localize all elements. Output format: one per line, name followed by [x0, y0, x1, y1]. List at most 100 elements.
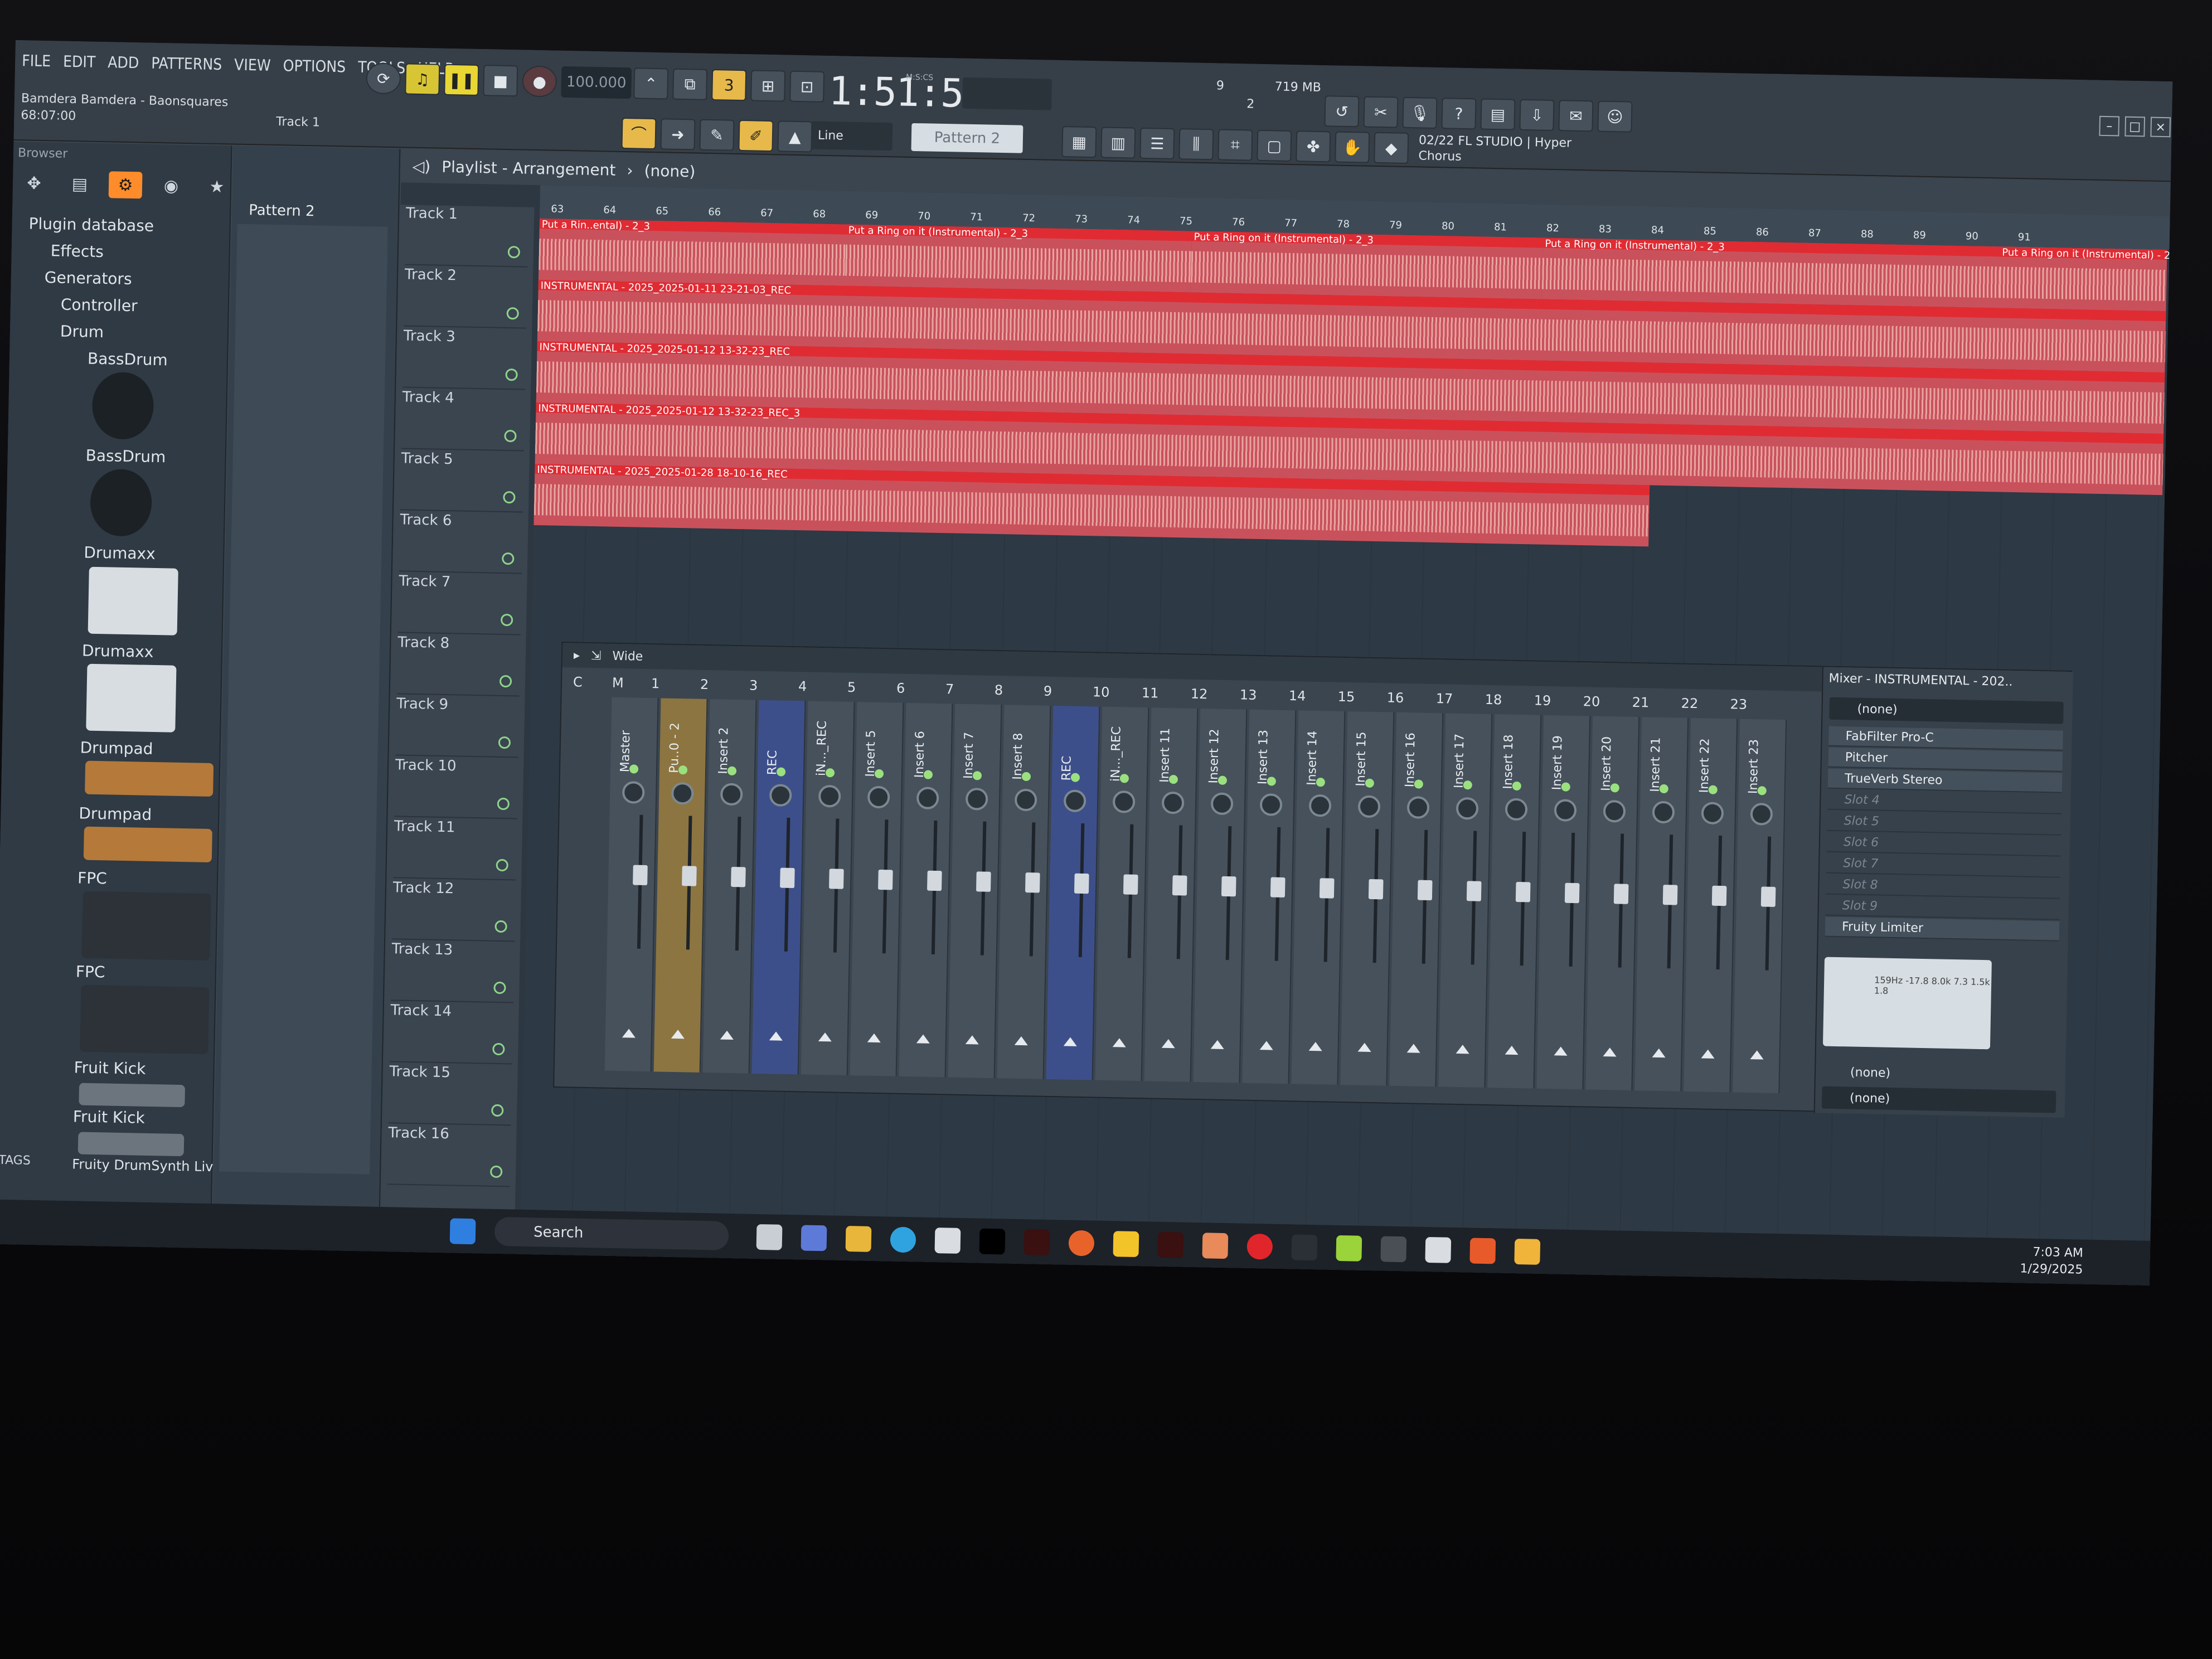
pencil-icon[interactable]: ✎ [699, 119, 735, 151]
pan-knob[interactable] [1406, 796, 1430, 819]
mixer-menu-icon[interactable]: ▸ [574, 648, 580, 662]
mixer-strip[interactable]: Insert 15 [1340, 711, 1395, 1086]
volume-fader-handle[interactable] [1515, 881, 1531, 903]
track-header[interactable]: Track 15 [388, 1063, 512, 1126]
browser-item-fruit-kick-2[interactable]: Fruit Kick [73, 1107, 145, 1127]
route-arrow-icon[interactable] [867, 1033, 881, 1043]
audio-clip[interactable]: Put a Ring on it (Instrumental) - 2_3 [845, 224, 1192, 293]
browser-item-drumpad-2[interactable]: Drumpad [79, 804, 152, 824]
volume-fader-handle[interactable] [1760, 886, 1776, 907]
pan-knob[interactable] [1701, 802, 1724, 825]
track-mute-icon[interactable] [505, 368, 518, 381]
route-arrow-icon[interactable] [1554, 1046, 1568, 1056]
route-arrow-icon[interactable] [965, 1035, 979, 1045]
track-mute-icon[interactable] [497, 797, 510, 811]
strip-enable-led[interactable] [972, 771, 982, 780]
mixer-strip[interactable]: Insert 8 [997, 705, 1051, 1079]
browser-item-drumaxx[interactable]: Drumaxx [84, 544, 156, 563]
browser-item-controller[interactable]: Controller [61, 295, 138, 316]
pan-knob[interactable] [1210, 792, 1234, 816]
volume-fader-handle[interactable] [780, 867, 795, 889]
volume-fader-handle[interactable] [829, 869, 844, 889]
mixer-mode[interactable]: Wide [612, 649, 643, 663]
volume-fader-handle[interactable] [927, 870, 942, 891]
store-icon[interactable] [934, 1228, 961, 1254]
route-arrow-icon[interactable] [1652, 1048, 1666, 1058]
fx-input-select[interactable]: (none) [1829, 697, 2064, 724]
browser-item-fruity-drumsynth-live[interactable]: Fruity DrumSynth Live [72, 1156, 221, 1175]
help-icon[interactable]: ? [1441, 98, 1477, 130]
track-header[interactable]: Track 7 [397, 573, 522, 636]
news-ticker[interactable]: 02/22 FL STUDIO | Hyper Chorus [1418, 133, 1597, 167]
eq-graph[interactable]: 159Hz -17.8 8.0k 7.3 1.5k 1.8 [1822, 957, 1992, 1050]
strip-enable-led[interactable] [1708, 785, 1718, 794]
app-icon-8[interactable] [1469, 1238, 1496, 1264]
browser-item-bassdrum[interactable]: BassDrum [88, 350, 168, 370]
pan-knob[interactable] [867, 785, 890, 809]
pan-knob[interactable] [1063, 789, 1086, 813]
strip-enable-led[interactable] [923, 770, 933, 779]
app-icon-7[interactable] [1425, 1236, 1452, 1263]
strip-enable-led[interactable] [1610, 783, 1619, 793]
pan-knob[interactable] [916, 787, 939, 810]
track-mute-icon[interactable] [493, 981, 506, 995]
route-arrow-icon[interactable] [1505, 1045, 1519, 1055]
mixer-strip[interactable]: Insert 11 [1144, 707, 1199, 1082]
track-header[interactable]: Track 6 [399, 511, 523, 574]
route-arrow-icon[interactable] [818, 1032, 832, 1042]
app-icon-3[interactable] [1202, 1233, 1229, 1259]
countdown-icon[interactable]: 3 [711, 69, 747, 101]
route-arrow-icon[interactable] [769, 1031, 783, 1041]
strip-enable-led[interactable] [1757, 786, 1767, 795]
track-header[interactable]: Track 3 [402, 327, 527, 390]
track-mute-icon[interactable] [503, 491, 516, 504]
track-mute-icon[interactable] [494, 920, 507, 933]
strip-enable-led[interactable] [776, 767, 786, 777]
account-icon[interactable]: ☺ [1597, 100, 1633, 133]
fx-slot[interactable]: Slot 7 [1826, 853, 2061, 878]
menu-options[interactable]: OPTIONS [283, 56, 346, 76]
tags-label[interactable]: TAGS [0, 1153, 31, 1168]
pan-knob[interactable] [1554, 799, 1577, 822]
route-arrow-icon[interactable] [622, 1029, 636, 1038]
route-arrow-icon[interactable] [1701, 1049, 1715, 1059]
track-mute-icon[interactable] [498, 736, 511, 749]
pan-knob[interactable] [1456, 797, 1479, 820]
track-header[interactable]: Track 4 [401, 389, 526, 452]
mixer-strip[interactable]: Insert 14 [1291, 710, 1346, 1085]
channel-rack-icon[interactable]: ☰ [1139, 127, 1175, 159]
pan-knob[interactable] [720, 783, 743, 806]
audio-clip[interactable]: Put a Rin..ental) - 2_3 [538, 219, 852, 286]
pan-knob[interactable] [671, 782, 694, 805]
task-view-icon[interactable] [756, 1224, 783, 1250]
pan-knob[interactable] [1161, 791, 1185, 814]
save-icon[interactable]: ▤ [1480, 98, 1516, 130]
menu-view[interactable]: VIEW [234, 56, 271, 75]
track-header[interactable]: Track 8 [396, 634, 521, 697]
mixer-strip[interactable]: Insert 7 [948, 704, 1002, 1079]
chat-app-icon[interactable] [801, 1225, 827, 1251]
strip-enable-led[interactable] [1217, 775, 1228, 785]
plugin-icon[interactable]: ⌗ [1217, 129, 1253, 161]
fx-slot[interactable]: Slot 6 [1826, 832, 2061, 857]
track-header[interactable]: Track 5 [400, 450, 524, 513]
pan-knob[interactable] [1603, 799, 1626, 823]
favorites-icon[interactable]: ★ [200, 173, 234, 200]
volume-fader-handle[interactable] [1221, 876, 1236, 897]
fx-slot[interactable]: Slot 8 [1826, 874, 2060, 899]
windows-start-icon[interactable] [449, 1218, 476, 1245]
menu-add[interactable]: ADD [108, 53, 139, 72]
loop-record-icon[interactable]: ⊡ [789, 70, 825, 103]
minimize-icon[interactable]: – [2099, 115, 2120, 137]
pan-knob[interactable] [1750, 803, 1773, 826]
chat-icon[interactable]: ✉ [1558, 100, 1594, 132]
browser-item-drumpad[interactable]: Drumpad [80, 738, 153, 758]
strip-enable-led[interactable] [1365, 778, 1375, 788]
pan-knob[interactable] [1308, 794, 1332, 817]
fx-slot[interactable]: Fruity Limiter [1825, 916, 2060, 942]
track-mute-icon[interactable] [491, 1104, 504, 1117]
arrow-icon[interactable]: ➜ [660, 118, 696, 151]
fx-slot[interactable]: FabFilter Pro-C [1828, 726, 2063, 751]
browser-item-drumaxx-2[interactable]: Drumaxx [82, 641, 154, 661]
track-header[interactable]: Track 11 [393, 818, 517, 881]
